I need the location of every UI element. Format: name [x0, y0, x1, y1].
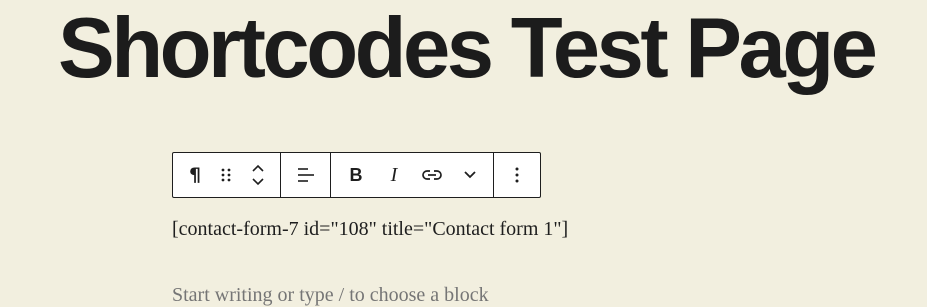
block-controls-group: ¶ — [173, 153, 281, 197]
more-options-button[interactable] — [499, 153, 535, 197]
move-up-icon[interactable] — [251, 161, 265, 175]
paragraph-icon: ¶ — [188, 164, 202, 186]
more-formatting-button[interactable] — [451, 153, 489, 197]
link-button[interactable] — [413, 153, 451, 197]
bold-icon: B — [349, 164, 363, 185]
bold-button[interactable]: B — [337, 153, 375, 197]
shortcode-paragraph[interactable]: [contact-form-7 id="108" title="Contact … — [172, 218, 568, 241]
chevron-down-icon — [463, 170, 477, 180]
paragraph-block-button[interactable]: ¶ — [179, 153, 211, 197]
mover-control — [241, 153, 275, 197]
align-icon — [296, 167, 316, 183]
formatting-group: B I — [331, 153, 494, 197]
block-toolbar: ¶ B I — [172, 152, 541, 198]
italic-button[interactable]: I — [375, 153, 413, 197]
align-button[interactable] — [286, 153, 326, 197]
page-title[interactable]: Shortcodes Test Page — [58, 6, 878, 91]
block-appender-placeholder[interactable]: Start writing or type / to choose a bloc… — [172, 284, 489, 307]
drag-handle-icon — [220, 167, 232, 183]
more-options-icon — [514, 166, 520, 184]
drag-handle-button[interactable] — [211, 153, 241, 197]
alignment-group — [281, 153, 331, 197]
move-down-icon[interactable] — [251, 175, 265, 189]
italic-icon: I — [390, 163, 398, 186]
options-group — [494, 153, 540, 197]
link-icon — [421, 168, 443, 182]
